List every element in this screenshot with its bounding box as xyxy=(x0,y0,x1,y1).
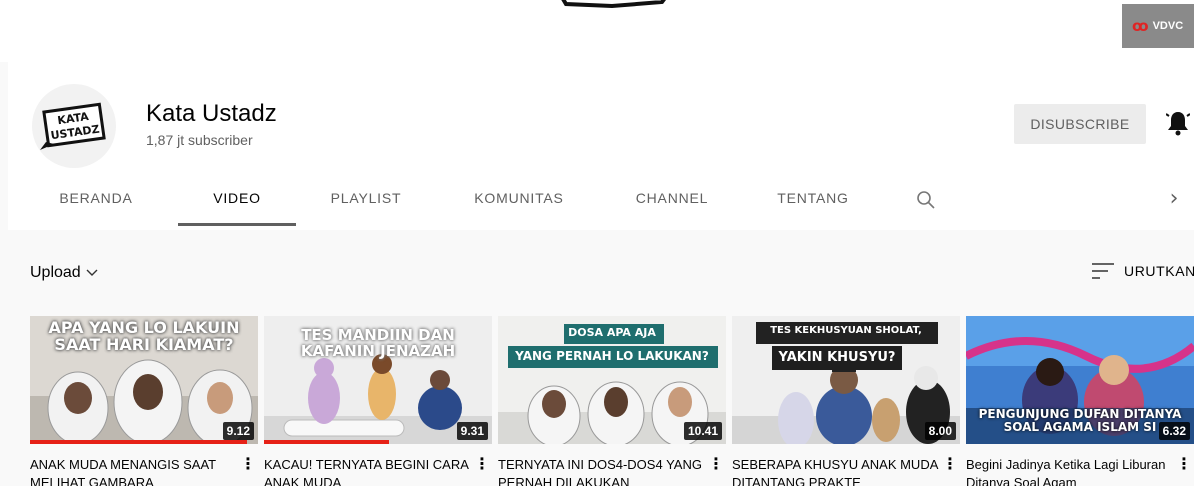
video-duration: 6.32 xyxy=(1158,422,1190,440)
upload-filter-dropdown[interactable]: Upload xyxy=(30,264,98,282)
chevron-right-icon[interactable]: › xyxy=(1162,186,1186,212)
video-title[interactable]: TERNYATA INI DOS4-DOS4 YANG PERNAH DILAK… xyxy=(498,456,706,486)
vdvc-logo-icon: ꝏ xyxy=(1132,17,1149,35)
sort-button[interactable]: URUTKAN xyxy=(1092,262,1194,280)
subscriber-count: 1,87 jt subscriber xyxy=(146,132,253,148)
chevron-down-icon xyxy=(86,269,98,276)
channel-header: KATA USTADZ Kata Ustadz 1,87 jt subscrib… xyxy=(8,62,1194,230)
video-thumbnail[interactable]: TES MANDIIN DAN KAFANIN JENAZAH 9.31 xyxy=(264,316,492,444)
tab-tentang[interactable]: TENTANG xyxy=(758,182,868,226)
kebab-icon[interactable]: ⋮ xyxy=(240,454,256,474)
video-title[interactable]: SEBERAPA KHUSYU ANAK MUDA DITANTANG PRAK… xyxy=(732,456,940,486)
banner-logo-art xyxy=(561,0,666,9)
video-card: PENGUNJUNG DUFAN DITANYA SOAL AGAMA ISLA… xyxy=(966,316,1194,486)
channel-name: Kata Ustadz xyxy=(146,100,277,127)
video-thumbnail[interactable]: TES KEKHUSYUAN SHOLAT, YAKIN KHUSYU? 8.0… xyxy=(732,316,960,444)
video-duration: 9.12 xyxy=(222,422,254,440)
bell-icon[interactable] xyxy=(1166,110,1190,136)
video-thumbnail[interactable]: APA YANG LO LAKUIN SAAT HARI KIAMAT? 9.1… xyxy=(30,316,258,444)
vdvc-badge[interactable]: ꝏ VDVC xyxy=(1122,4,1194,48)
sort-icon xyxy=(1092,263,1114,279)
channel-avatar[interactable]: KATA USTADZ xyxy=(32,84,116,168)
tab-channel[interactable]: CHANNEL xyxy=(612,182,732,226)
channel-tabs: BERANDA VIDEO PLAYLIST KOMUNITAS CHANNEL… xyxy=(16,182,1194,226)
video-duration: 9.31 xyxy=(456,422,488,440)
tab-video[interactable]: VIDEO xyxy=(178,182,296,226)
watch-progress-bar xyxy=(30,440,247,444)
search-icon[interactable] xyxy=(916,190,936,210)
video-card: APA YANG LO LAKUIN SAAT HARI KIAMAT? 9.1… xyxy=(30,316,258,486)
tab-playlist[interactable]: PLAYLIST xyxy=(306,182,426,226)
tab-beranda[interactable]: BERANDA xyxy=(36,182,156,226)
kebab-icon[interactable]: ⋮ xyxy=(942,454,958,474)
video-card: DOSA APA AJA YANG PERNAH LO LAKUKAN? 10.… xyxy=(498,316,726,486)
kebab-icon[interactable]: ⋮ xyxy=(708,454,724,474)
video-thumbnail[interactable]: PENGUNJUNG DUFAN DITANYA SOAL AGAMA ISLA… xyxy=(966,316,1194,444)
unsubscribe-button[interactable]: DISUBSCRIBE xyxy=(1014,104,1146,144)
upload-label: Upload xyxy=(30,264,81,281)
video-thumbnail[interactable]: DOSA APA AJA YANG PERNAH LO LAKUKAN? 10.… xyxy=(498,316,726,444)
video-grid: APA YANG LO LAKUIN SAAT HARI KIAMAT? 9.1… xyxy=(30,316,1194,486)
channel-banner: ꝏ VDVC xyxy=(0,0,1194,62)
sort-label: URUTKAN xyxy=(1124,263,1194,279)
tab-komunitas[interactable]: KOMUNITAS xyxy=(454,182,584,226)
video-card: TES KEKHUSYUAN SHOLAT, YAKIN KHUSYU? 8.0… xyxy=(732,316,960,486)
kata-ustadz-logo-icon: KATA USTADZ xyxy=(40,102,106,150)
watch-progress-bar xyxy=(264,440,390,444)
video-title[interactable]: Begini Jadinya Ketika Lagi Liburan Ditan… xyxy=(966,456,1174,486)
video-card: TES MANDIIN DAN KAFANIN JENAZAH 9.31 KAC… xyxy=(264,316,492,486)
kebab-icon[interactable]: ⋮ xyxy=(474,454,490,474)
video-duration: 8.00 xyxy=(924,422,956,440)
vdvc-label: VDVC xyxy=(1152,20,1184,32)
video-duration: 10.41 xyxy=(683,422,722,440)
kebab-icon[interactable]: ⋮ xyxy=(1176,454,1192,474)
video-title[interactable]: KACAU! TERNYATA BEGINI CARA ANAK MUDA xyxy=(264,456,472,486)
video-title[interactable]: ANAK MUDA MENANGIS SAAT MELIHAT GAMBARA xyxy=(30,456,238,486)
